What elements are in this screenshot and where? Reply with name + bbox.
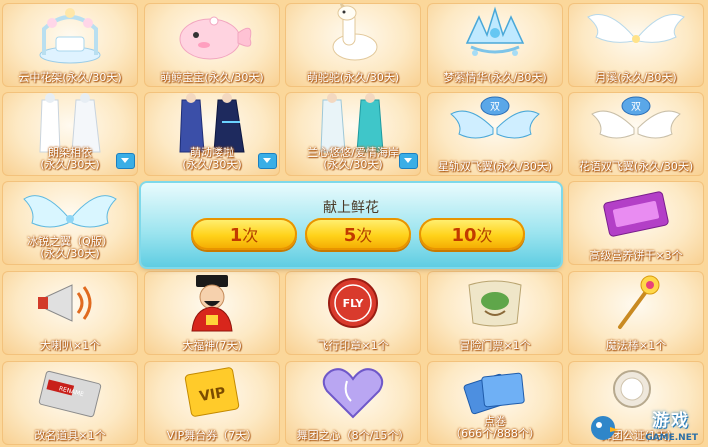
cyan-outfit-pair-icon [320, 93, 384, 153]
item-cell-megaphone[interactable]: 大喇叭×1个 [2, 271, 138, 355]
item-label: 点卷 （666个/888个） [427, 416, 563, 440]
variant-dropdown-button[interactable] [258, 153, 277, 169]
item-label: 花语双飞翼(永久/30天) [578, 160, 694, 173]
item-label-line2: （666个/888个） [450, 427, 540, 440]
item-cell-alpaca[interactable]: 萌驼驼(永久/30天) [285, 3, 421, 87]
crystal-heart-icon [322, 368, 384, 419]
button-unit: 次 [476, 226, 493, 245]
item-label: 月溪(永久/30天) [595, 71, 677, 84]
item-cell-crystal-heart[interactable]: 舞团之心（8个/15个） [285, 361, 421, 445]
megaphone-icon [38, 284, 92, 322]
popup-title: 献上鲜花 [323, 200, 379, 216]
point-cards-icon [463, 372, 525, 415]
item-label: 云中花架(永久/30天) [18, 71, 122, 84]
svg-text:双: 双 [490, 101, 500, 113]
blue-double-wings-icon: 双 [450, 96, 540, 139]
flower-popup: 献上鲜花 1次 5次 10次 [141, 183, 561, 267]
variant-dropdown-button[interactable] [116, 153, 135, 169]
item-cell-point-cards[interactable]: 点卷 （666个/888个） [427, 361, 563, 445]
bird-logo-icon [591, 416, 619, 440]
ice-wings-icon [23, 195, 117, 228]
item-label: 大福神(7天) [182, 339, 242, 352]
item-cell-rename-card[interactable]: RENAME 改名道具×1个 [2, 361, 138, 445]
button-count: 10 [451, 225, 477, 246]
magic-wand-icon [618, 275, 660, 329]
item-label: 魔法棒×1个 [605, 339, 667, 352]
item-label: 冰锐之翼（Q版） (永久/30天) [2, 236, 138, 260]
blue-outfit-pair-icon [179, 93, 245, 153]
svg-text:双: 双 [631, 101, 641, 113]
button-unit: 次 [242, 226, 259, 245]
item-label: VIP舞台券（7天） [166, 429, 258, 442]
site-watermark: 游戏 GAME.NET [586, 407, 704, 445]
item-label: 舞团之心（8个/15个） [296, 429, 410, 442]
item-cell-blue-outfit[interactable]: 萌动喽啦 (永久/30天) [144, 92, 280, 176]
item-cell-flight-stamp[interactable]: FLY 飞行印章×1个 [285, 271, 421, 355]
pink-whale-pet-icon [179, 16, 252, 60]
ticket-biscuit-icon [603, 191, 669, 237]
give-flower-1-button[interactable]: 1次 [191, 218, 297, 250]
fortune-god-icon [191, 275, 233, 332]
item-label: 改名道具×1个 [34, 429, 106, 442]
watermark-subtext: GAME.NET [645, 433, 698, 443]
white-outfit-pair-icon [39, 93, 101, 153]
crystal-crown-icon [465, 6, 525, 56]
item-cell-flower-double-wings[interactable]: 双 花语双飞翼(永久/30天) [568, 92, 704, 176]
give-flower-5-button[interactable]: 5次 [305, 218, 411, 250]
item-cell-cloud-flower-trellis[interactable]: 云中花架(永久/30天) [2, 3, 138, 87]
adventure-ticket-icon [468, 280, 522, 327]
watermark-text: 游戏 [652, 411, 690, 431]
button-count: 1 [229, 225, 243, 246]
vip-ticket-icon: VIP [184, 367, 240, 417]
flight-stamp-icon: FLY [328, 278, 378, 328]
item-label: 大喇叭×1个 [39, 339, 101, 352]
item-cell-white-outfit[interactable]: 朗染相依 (永久/30天) [2, 92, 138, 176]
item-cell-crystal-crown[interactable]: 梦萦情华(永久/30天) [427, 3, 563, 87]
cloud-flower-trellis-icon [39, 8, 101, 64]
item-cell-biscuit[interactable]: 高级营养饼干×3个 [568, 181, 704, 265]
rename-card-icon: RENAME [38, 370, 102, 418]
item-label: 冒险门票×1个 [459, 339, 531, 352]
button-count: 5 [343, 225, 357, 246]
item-cell-pink-whale[interactable]: 萌鲸宝宝(永久/30天) [144, 3, 280, 87]
item-cell-vip-ticket[interactable]: VIP VIP舞台券（7天） [144, 361, 280, 445]
item-cell-white-wings[interactable]: 月溪(永久/30天) [568, 3, 704, 87]
item-label: 梦萦情华(永久/30天) [443, 71, 547, 84]
item-cell-blue-double-wings[interactable]: 双 星轨双飞翼(永久/30天) [427, 92, 563, 176]
item-label: 萌驼驼(永久/30天) [306, 71, 400, 84]
item-cell-ice-wings[interactable]: 冰锐之翼（Q版） (永久/30天) [2, 181, 138, 265]
item-cell-magic-wand[interactable]: 魔法棒×1个 [568, 271, 704, 355]
item-label: 高级营养饼干×3个 [589, 249, 683, 262]
flower-double-wings-icon: 双 [591, 96, 681, 139]
give-flower-10-button[interactable]: 10次 [419, 218, 525, 250]
item-cell-adventure-ticket[interactable]: 冒险门票×1个 [427, 271, 563, 355]
button-unit: 次 [356, 226, 373, 245]
item-label: 飞行印章×1个 [317, 339, 389, 352]
item-cell-cyan-outfit[interactable]: 兰心悠悠/爱情海岸 (永久/30天) [285, 92, 421, 176]
item-cell-fortune-god[interactable]: 大福神(7天) [144, 271, 280, 355]
white-wings-icon [587, 14, 685, 43]
item-label: 萌鲸宝宝(永久/30天) [160, 71, 264, 84]
item-label: 星轨双飞翼(永久/30天) [437, 160, 553, 173]
item-label-line2: (永久/30天) [40, 247, 100, 260]
white-alpaca-pet-icon [332, 3, 378, 61]
svg-text:FLY: FLY [343, 297, 365, 310]
variant-dropdown-button[interactable] [399, 153, 418, 169]
